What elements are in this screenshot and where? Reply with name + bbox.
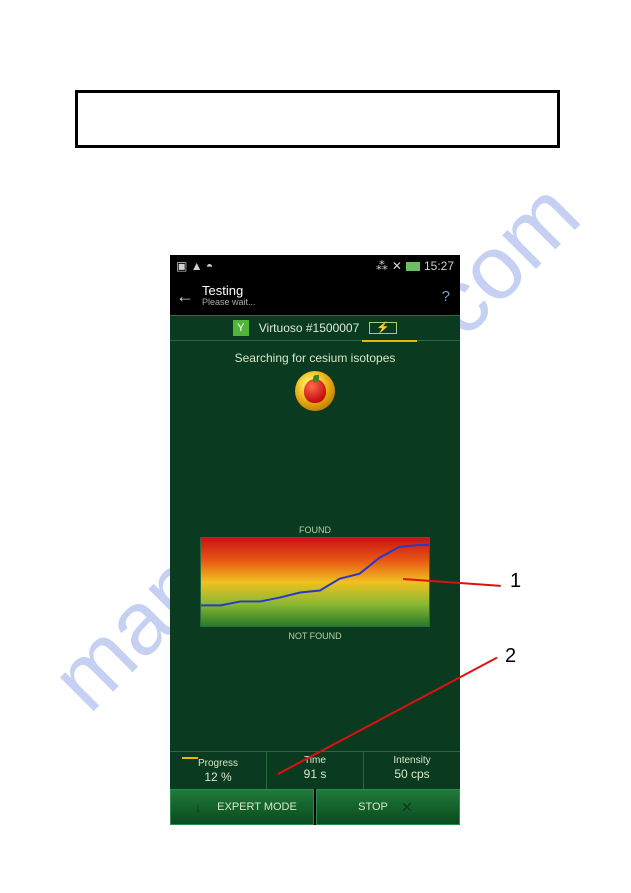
- down-arrow-icon: ↓: [187, 796, 209, 818]
- status-time: 15:27: [424, 259, 454, 273]
- chart-notfound-label: NOT FOUND: [200, 631, 430, 641]
- bottom-button-bar: ↓ EXPERT MODE STOP ✕: [170, 789, 460, 825]
- chart-gradient-box: [200, 537, 430, 627]
- help-icon[interactable]: ?: [442, 288, 454, 305]
- intensity-value: 50 cps: [364, 767, 460, 781]
- device-bar: Y Virtuoso #1500007: [170, 315, 460, 341]
- search-status-text: Searching for cesium isotopes: [170, 351, 460, 365]
- chart-trend-line: [201, 538, 429, 627]
- device-underline: [362, 340, 417, 342]
- stop-button[interactable]: STOP ✕: [316, 789, 460, 825]
- page-title: Testing: [202, 284, 434, 298]
- apple-small-icon: ◓: [206, 259, 213, 273]
- status-right-icons: ⁂ ✕ 15:27: [376, 259, 454, 273]
- device-battery-icon: [369, 322, 397, 334]
- status-left-icons: ▣ ▲ ◓: [176, 259, 213, 273]
- progress-value: 12 %: [170, 770, 266, 784]
- device-name: Virtuoso #1500007: [259, 321, 360, 335]
- expert-mode-button[interactable]: ↓ EXPERT MODE: [170, 789, 314, 825]
- android-status-bar: ▣ ▲ ◓ ⁂ ✕ 15:27: [170, 255, 460, 277]
- intensity-label: Intensity: [364, 755, 460, 766]
- warning-icon: ▲: [191, 259, 203, 273]
- apple-inner-icon: [304, 379, 326, 403]
- blank-box: [75, 90, 560, 148]
- mute-icon: ✕: [392, 259, 402, 273]
- bluetooth-icon: ⁂: [376, 259, 388, 273]
- chart-found-label: FOUND: [200, 525, 430, 535]
- time-label: Time: [267, 755, 363, 766]
- apple-badge-icon: [295, 371, 335, 411]
- expert-mode-label: EXPERT MODE: [217, 801, 297, 813]
- image-icon: ▣: [176, 259, 187, 273]
- phone-screenshot: ▣ ▲ ◓ ⁂ ✕ 15:27 ← Testing Please wait...…: [170, 255, 460, 825]
- stats-bar: Progress 12 % Time 91 s Intensity 50 cps: [170, 751, 460, 789]
- back-arrow-icon[interactable]: ←: [176, 286, 194, 307]
- callout-number-2: 2: [505, 645, 516, 668]
- callout-number-1: 1: [510, 570, 521, 593]
- close-icon: ✕: [396, 796, 418, 818]
- device-logo-icon: Y: [233, 320, 249, 336]
- app-header: ← Testing Please wait... ?: [170, 277, 460, 315]
- progress-label: Progress: [170, 758, 266, 769]
- intensity-stat: Intensity 50 cps: [364, 752, 460, 789]
- time-value: 91 s: [267, 767, 363, 781]
- battery-icon: [406, 262, 420, 271]
- detection-chart: FOUND NOT FOUND: [200, 525, 430, 635]
- progress-stat: Progress 12 %: [170, 752, 267, 789]
- header-titles: Testing Please wait...: [202, 284, 434, 308]
- stop-label: STOP: [358, 801, 388, 813]
- page-subtitle: Please wait...: [202, 298, 434, 308]
